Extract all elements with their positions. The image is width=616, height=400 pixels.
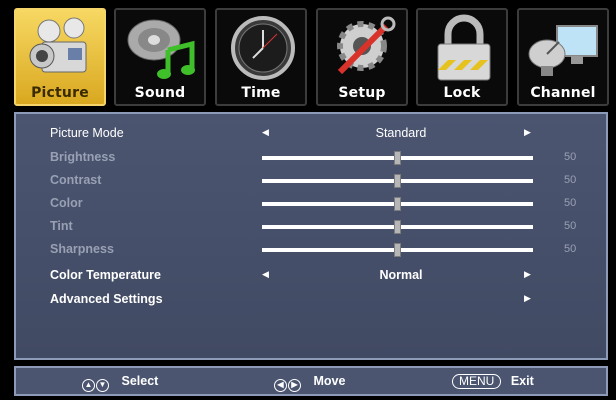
menu-key-icon: MENU [452,374,502,389]
tab-label: Picture [31,85,89,101]
menu-tab-bar: Picture Sound Time Setup Lock Channel [14,8,610,106]
tab-label: Sound [134,85,186,101]
slider-value: 50 [564,174,577,186]
arrow-right-icon[interactable]: ▶ [524,269,531,280]
slider-track [262,220,533,234]
tab-sound[interactable]: Sound [114,8,206,106]
tab-time[interactable]: Time [215,8,307,106]
slider-label: Color [50,196,83,210]
exit-hint: MENU Exit [452,374,534,389]
slider-label: Tint [50,219,73,233]
slider-knob [394,220,401,234]
slider-track [262,243,533,257]
slider-label: Sharpness [50,242,114,256]
slider-knob [394,197,401,211]
arrow-left-icon[interactable]: ◀ [262,127,269,138]
tab-channel[interactable]: Channel [517,8,609,106]
arrow-right-icon[interactable]: ▶ [524,293,531,304]
slider-track [262,174,533,188]
tab-setup[interactable]: Setup [316,8,408,106]
slider-knob [394,174,401,188]
tab-label: Lock [443,85,481,101]
move-label: Move [313,374,346,388]
tab-label: Channel [530,85,596,101]
slider-value: 50 [564,243,577,255]
clock-icon [231,16,295,80]
slider-row-brightness: Brightness 50 [16,148,606,168]
color-temperature-value: Normal [379,268,423,282]
slider-row-contrast: Contrast 50 [16,171,606,191]
slider-label: Brightness [50,150,116,164]
slider-track [262,151,533,165]
tab-lock[interactable]: Lock [416,8,508,106]
picture-mode-row[interactable]: Picture Mode ◀ Standard ▶ [16,124,606,144]
slider-value: 50 [564,151,577,163]
key-hint-bar: ▲ ▼ Select ◀ ▶ Move MENU Exit [14,366,608,396]
slider-label: Contrast [50,173,102,187]
gear-wrench-icon [337,16,396,75]
tab-picture[interactable]: Picture [14,8,106,106]
slider-track [262,197,533,211]
advanced-settings-label: Advanced Settings [50,292,163,306]
advanced-settings-row[interactable]: Advanced Settings ▶ [16,290,606,310]
up-button-icon: ▲ [82,379,95,392]
speaker-icon [127,19,195,79]
satellite-dish-icon [528,25,598,76]
arrow-left-icon[interactable]: ◀ [262,269,269,280]
tab-label: Setup [338,85,386,101]
move-hint: ◀ ▶ Move [274,374,345,392]
exit-label: Exit [510,374,534,388]
left-button-icon: ◀ [274,379,287,392]
arrow-right-icon[interactable]: ▶ [524,127,531,138]
slider-value: 50 [564,197,577,209]
select-hint: ▲ ▼ Select [82,374,158,392]
slider-row-sharpness: Sharpness 50 [16,240,606,260]
slider-knob [394,151,401,165]
tab-label: Time [241,85,281,101]
slider-knob [394,243,401,257]
picture-settings-panel: Picture Mode ◀ Standard ▶ Brightness 50 … [14,112,608,360]
camera-icon [29,17,87,73]
picture-mode-label: Picture Mode [50,126,124,140]
picture-mode-value: Standard [375,126,427,140]
slider-row-tint: Tint 50 [16,217,606,237]
color-temperature-label: Color Temperature [50,268,161,282]
slider-value: 50 [564,220,577,232]
down-button-icon: ▼ [96,379,109,392]
padlock-icon [437,14,491,81]
right-button-icon: ▶ [288,379,301,392]
color-temperature-row[interactable]: Color Temperature ◀ Normal ▶ [16,266,606,286]
select-label: Select [121,374,159,388]
slider-row-color: Color 50 [16,194,606,214]
